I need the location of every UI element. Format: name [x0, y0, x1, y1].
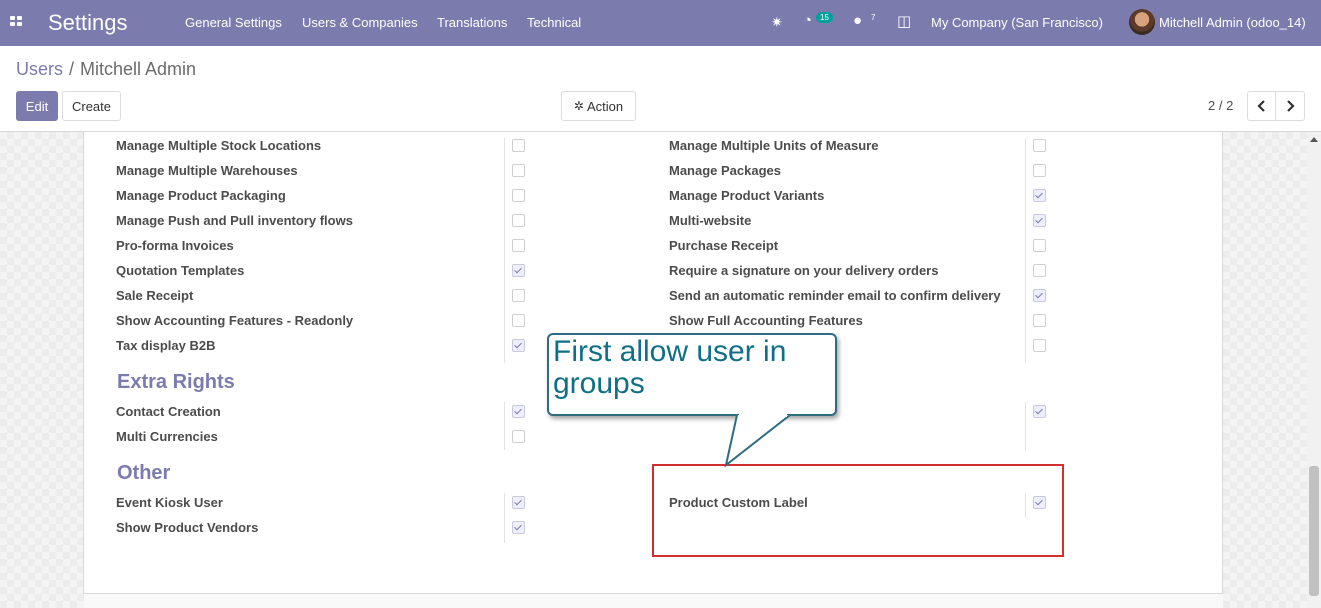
group-right-2-checkbox[interactable]	[1033, 189, 1046, 202]
group-left-5-label: Quotation Templates	[116, 263, 245, 278]
group-left-0-checkbox[interactable]	[512, 139, 525, 152]
bug-icon[interactable]: ✷	[771, 14, 783, 31]
breadcrumb-current: Mitchell Admin	[80, 59, 197, 79]
background-pattern	[1223, 132, 1307, 608]
callout-text: First allow user in groups	[553, 335, 787, 400]
menu-translations[interactable]: Translations	[437, 15, 507, 30]
apps-icon[interactable]	[10, 16, 23, 28]
group-left-2-checkbox[interactable]	[512, 189, 525, 202]
other-right-0-label: Product Custom Label	[669, 495, 808, 510]
group-left-4-label: Pro-forma Invoices	[116, 238, 234, 253]
group-left-8-label: Tax display B2B	[116, 338, 216, 353]
callout-pointer	[724, 414, 790, 468]
group-left-0-label: Manage Multiple Stock Locations	[116, 138, 322, 153]
menu-technical[interactable]: Technical	[527, 15, 581, 30]
activity-count-badge: 15	[816, 12, 833, 23]
pager-next-button[interactable]	[1275, 91, 1305, 121]
other-left-1-checkbox[interactable]	[512, 521, 525, 534]
group-left-1-label: Manage Multiple Warehouses	[116, 163, 298, 178]
control-panel: Users / Mitchell Admin Edit Create ✲ Act…	[0, 46, 1321, 132]
group-left-6-label: Sale Receipt	[116, 288, 194, 303]
group-left-7-checkbox[interactable]	[512, 314, 525, 327]
highlight-box	[652, 464, 1064, 557]
group-right-4-checkbox[interactable]	[1033, 239, 1046, 252]
section-other: Other	[117, 462, 171, 484]
group-right-4-label: Purchase Receipt	[669, 238, 779, 253]
group-right-5-checkbox[interactable]	[1033, 264, 1046, 277]
group-right-3-checkbox[interactable]	[1033, 214, 1046, 227]
background-pattern	[0, 132, 84, 608]
column-divider	[504, 138, 505, 363]
group-right-5-label: Require a signature on your delivery ord…	[669, 263, 939, 278]
action-button[interactable]: ✲ Action	[561, 91, 636, 121]
group-right-0-label: Manage Multiple Units of Measure	[669, 138, 879, 153]
group-right-7-label: Show Full Accounting Features	[669, 313, 863, 328]
group-right-6-checkbox[interactable]	[1033, 289, 1046, 302]
group-right-7-checkbox[interactable]	[1033, 314, 1046, 327]
extra-left-1-label: Multi Currencies	[116, 429, 218, 444]
group-left-3-checkbox[interactable]	[512, 214, 525, 227]
other-left-1-label: Show Product Vendors	[116, 520, 259, 535]
avatar[interactable]	[1129, 9, 1155, 35]
company-switcher[interactable]: My Company (San Francisco)	[931, 15, 1103, 30]
group-left-7-label: Show Accounting Features - Readonly	[116, 313, 354, 328]
other-left-0-checkbox[interactable]	[512, 496, 525, 509]
group-right-0-checkbox[interactable]	[1033, 139, 1046, 152]
column-divider	[504, 493, 505, 543]
gear-icon: ✲	[573, 99, 584, 113]
extra-right-0-checkbox[interactable]	[1033, 405, 1046, 418]
message-count-badge: 7	[871, 13, 876, 22]
other-right-0-checkbox[interactable]	[1033, 496, 1046, 509]
group-left-4-checkbox[interactable]	[512, 239, 525, 252]
gift-icon[interactable]: ◫	[897, 12, 911, 30]
app-title: Settings	[48, 10, 128, 35]
action-label: Action	[586, 98, 624, 114]
column-divider	[504, 402, 505, 450]
scrollbar[interactable]	[1307, 132, 1321, 608]
menu-users-companies[interactable]: Users & Companies	[302, 15, 418, 30]
extra-left-0-checkbox[interactable]	[512, 405, 525, 418]
scroll-up-icon[interactable]	[1310, 137, 1318, 142]
extra-left-0-label: Contact Creation	[116, 404, 221, 419]
group-left-1-checkbox[interactable]	[512, 164, 525, 177]
group-left-3-label: Manage Push and Pull inventory flows	[116, 213, 353, 228]
extra-left-1-checkbox[interactable]	[512, 430, 525, 443]
breadcrumb-separator: /	[69, 59, 75, 79]
other-left-0-label: Event Kiosk User	[116, 495, 223, 510]
pager-previous-button[interactable]	[1247, 91, 1276, 121]
form-content: Extra Rights Other Manage Multiple Stock…	[0, 132, 1321, 608]
top-navbar: Settings General Settings Users & Compan…	[0, 0, 1321, 46]
group-right-8-checkbox[interactable]	[1033, 339, 1046, 352]
breadcrumb-users[interactable]: Users	[16, 59, 63, 80]
group-left-2-label: Manage Product Packaging	[116, 188, 286, 203]
pager-value[interactable]: 2 / 2	[1208, 98, 1233, 113]
group-right-2-label: Manage Product Variants	[669, 188, 825, 203]
chevron-right-icon	[1287, 100, 1295, 112]
menu-general-settings[interactable]: General Settings	[185, 15, 282, 30]
group-left-8-checkbox[interactable]	[512, 339, 525, 352]
section-extra-rights: Extra Rights	[117, 371, 235, 393]
create-button[interactable]: Create	[62, 91, 121, 121]
group-right-1-label: Manage Packages	[669, 163, 782, 178]
group-left-5-checkbox[interactable]	[512, 264, 525, 277]
group-right-6-label: Send an automatic reminder email to conf…	[669, 288, 1001, 303]
column-divider	[1025, 138, 1026, 363]
scrollbar-thumb[interactable]	[1309, 466, 1319, 596]
group-right-1-checkbox[interactable]	[1033, 164, 1046, 177]
edit-button[interactable]: Edit	[16, 91, 58, 121]
chevron-left-icon	[1256, 100, 1265, 112]
group-left-6-checkbox[interactable]	[512, 289, 525, 302]
group-right-3-label: Multi-website	[669, 213, 752, 228]
chat-icon[interactable]: ●	[853, 12, 862, 29]
column-divider	[1025, 402, 1026, 450]
clock-icon[interactable]: ◔	[803, 12, 812, 29]
user-menu[interactable]: Mitchell Admin (odoo_14)	[1159, 15, 1306, 30]
